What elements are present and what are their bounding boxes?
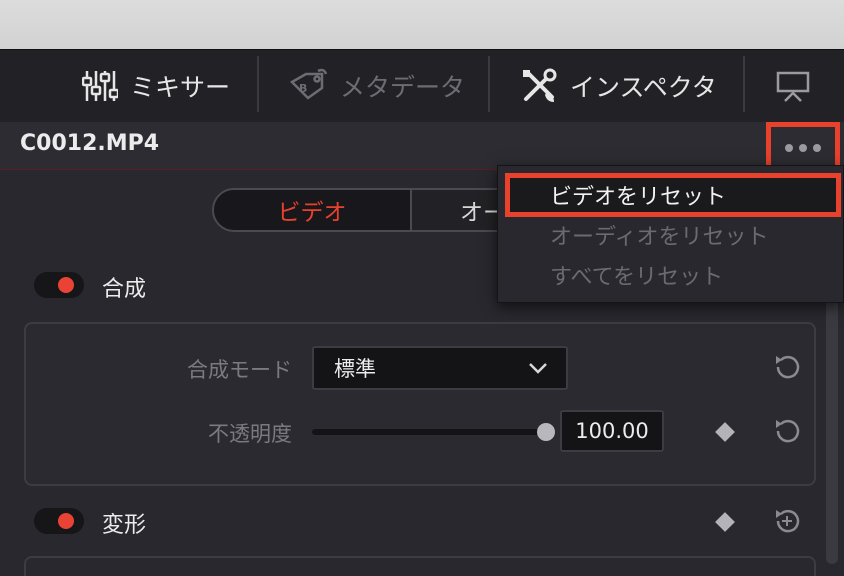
tab-video[interactable]: ビデオ: [214, 190, 412, 230]
monitor-icon: [776, 69, 810, 103]
toolbar-divider: [257, 56, 259, 112]
metadata-tag-icon: B: [288, 68, 328, 104]
panel-scrollbar[interactable]: [826, 282, 838, 564]
options-dropdown-menu: ビデオをリセット オーディオをリセット すべてをリセット: [497, 165, 844, 303]
dot: [813, 144, 821, 152]
opacity-slider-track[interactable]: [312, 429, 546, 435]
reset-composite-mode-icon[interactable]: [772, 352, 802, 386]
inspector-label: インスペクタ: [570, 73, 717, 102]
transform-toggle[interactable]: [34, 508, 84, 534]
reset-transform-icon[interactable]: [772, 506, 802, 540]
opacity-slider-thumb[interactable]: [537, 423, 555, 441]
dot: [799, 144, 807, 152]
chevron-down-icon: [529, 363, 547, 374]
inspector-button[interactable]: インスペクタ: [520, 50, 717, 122]
composite-toggle[interactable]: [34, 272, 84, 298]
inspector-tools-icon: [520, 67, 558, 105]
metadata-button[interactable]: B メタデータ: [288, 50, 465, 122]
page-toolbar: ミキサー B メタデータ インスペクタ: [0, 50, 844, 122]
opacity-label: 不透明度: [208, 422, 292, 446]
composite-title: 合成: [102, 277, 147, 302]
reset-opacity-icon[interactable]: [772, 416, 802, 450]
window-title-bar: [0, 0, 844, 50]
menu-item-reset-video[interactable]: ビデオをリセット: [505, 173, 841, 217]
display-toggle-button[interactable]: [776, 50, 810, 122]
metadata-label: メタデータ: [340, 73, 466, 102]
menu-item-reset-all[interactable]: すべてをリセット: [498, 255, 844, 295]
composite-mode-value: 標準: [334, 357, 376, 381]
mixer-button[interactable]: ミキサー: [82, 50, 230, 122]
toolbar-divider: [488, 56, 490, 112]
dot: [785, 144, 793, 152]
svg-text:B: B: [299, 82, 307, 95]
toolbar-divider: [743, 56, 745, 112]
composite-mode-select[interactable]: 標準: [312, 346, 568, 390]
mixer-icon: [82, 68, 118, 104]
transform-section-box: [24, 556, 816, 576]
transform-title: 変形: [102, 513, 147, 538]
opacity-input[interactable]: 100.00: [560, 410, 664, 452]
keyframe-diamond-icon[interactable]: [715, 512, 735, 532]
clip-header: C0012.MP4: [0, 122, 844, 170]
menu-item-reset-audio[interactable]: オーディオをリセット: [498, 215, 844, 255]
mixer-label: ミキサー: [130, 73, 231, 102]
composite-mode-label: 合成モード: [187, 358, 292, 382]
clip-name: C0012.MP4: [20, 131, 160, 156]
